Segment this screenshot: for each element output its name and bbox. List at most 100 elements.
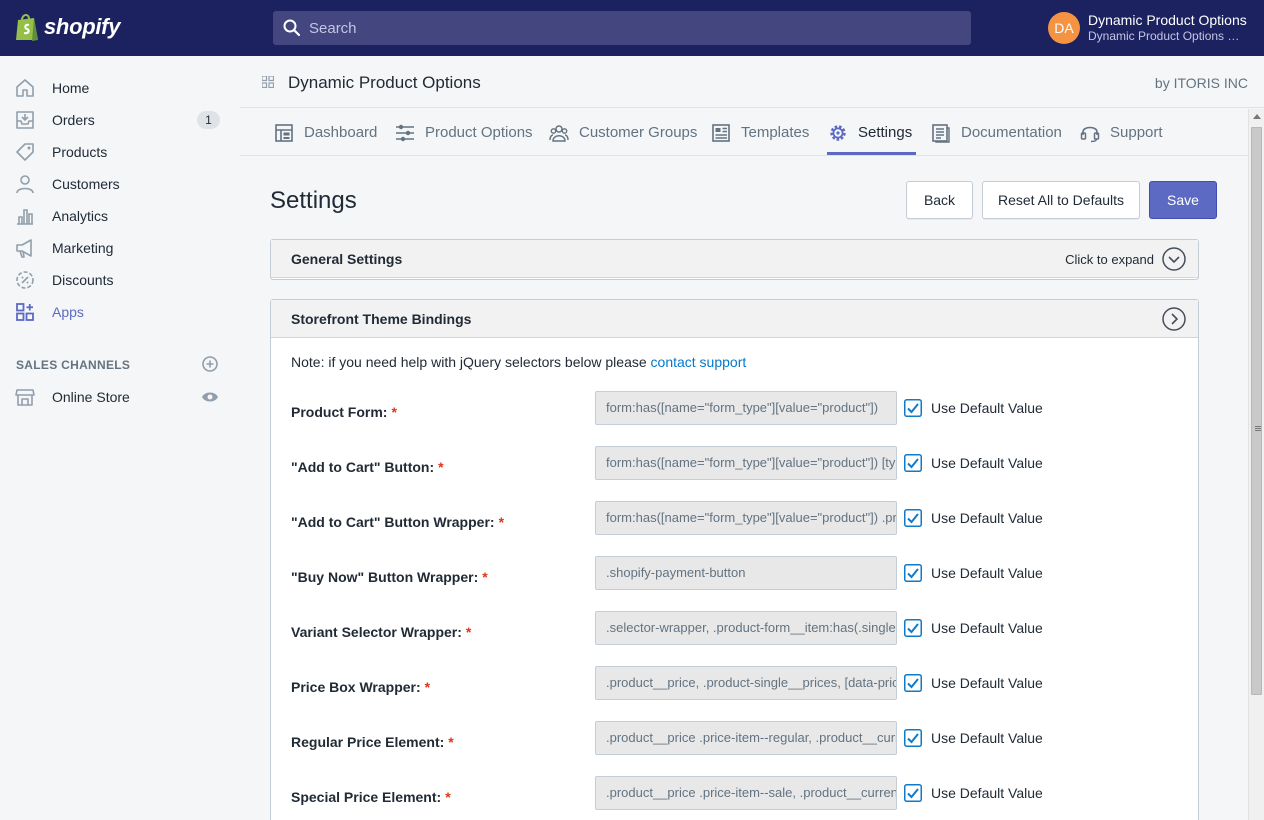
orders-icon xyxy=(16,111,34,129)
regular-price-element-input[interactable]: .product__price .price-item--regular, .p… xyxy=(595,721,897,755)
tab-settings[interactable]: Settings xyxy=(827,109,917,156)
sidebar-item-label: Marketing xyxy=(52,240,114,256)
account-menu[interactable]: DA Dynamic Product Options Dynamic Produ… xyxy=(1048,12,1248,44)
general-settings-header[interactable]: General Settings Click to expand xyxy=(271,240,1198,278)
sidebar-item-apps[interactable]: Apps xyxy=(0,296,240,328)
buy-now-wrapper-selector-input[interactable]: .shopify-payment-button xyxy=(595,556,897,590)
add-to-cart-selector-input[interactable]: form:has([name="form_type"][value="produ… xyxy=(595,446,897,480)
general-settings-panel: General Settings Click to expand xyxy=(270,239,1199,280)
add-to-cart-wrapper-selector-input[interactable]: form:has([name="form_type"][value="produ… xyxy=(595,501,897,535)
checkbox-checked-icon[interactable] xyxy=(904,454,922,472)
checkbox-checked-icon[interactable] xyxy=(904,619,922,637)
page-scrollbar[interactable] xyxy=(1248,109,1264,820)
use-default-label[interactable]: Use Default Value xyxy=(931,730,1043,746)
note-text: Note: if you need help with jQuery selec… xyxy=(291,354,647,370)
tab-label: Templates xyxy=(741,124,810,141)
reset-defaults-button[interactable]: Reset All to Defaults xyxy=(982,181,1140,219)
panel-title: General Settings xyxy=(291,251,403,267)
active-tab-indicator xyxy=(827,152,917,155)
back-button[interactable]: Back xyxy=(906,181,973,219)
tab-customer-groups[interactable]: Customer Groups xyxy=(549,109,697,156)
apps-icon xyxy=(16,303,34,321)
field-row-add-to-cart-wrapper: "Add to Cart" Button Wrapper: * form:has(… xyxy=(271,501,1198,541)
use-default-label[interactable]: Use Default Value xyxy=(931,620,1043,636)
sidebar-item-orders[interactable]: Orders 1 xyxy=(0,104,240,136)
special-price-element-input[interactable]: .product__price .price-item--sale, .prod… xyxy=(595,776,897,810)
checkbox-checked-icon[interactable] xyxy=(904,509,922,527)
sidebar-item-discounts[interactable]: Discounts xyxy=(0,264,240,296)
tab-label: Customer Groups xyxy=(579,124,698,141)
field-label: Product Form: * xyxy=(291,404,397,420)
field-label: "Add to Cart" Button: * xyxy=(291,459,444,475)
use-default-label[interactable]: Use Default Value xyxy=(931,455,1043,471)
tab-documentation[interactable]: Documentation xyxy=(931,109,1062,156)
top-bar: shopify DA Dynamic Product Options Dynam… xyxy=(0,0,1264,56)
use-default-label[interactable]: Use Default Value xyxy=(931,565,1043,581)
dashboard-icon xyxy=(275,123,293,142)
scroll-up-arrow-icon[interactable] xyxy=(1253,114,1261,119)
sidebar-item-home[interactable]: Home xyxy=(0,72,240,104)
field-label: Special Price Element: * xyxy=(291,789,451,805)
app-grid-icon[interactable] xyxy=(262,76,274,88)
tab-templates[interactable]: Templates xyxy=(711,109,809,156)
avatar[interactable]: DA xyxy=(1048,12,1080,44)
checkbox-checked-icon[interactable] xyxy=(904,564,922,582)
product-form-selector-input[interactable]: form:has([name="form_type"][value="produ… xyxy=(595,391,897,425)
search-bar[interactable] xyxy=(273,11,971,45)
storefront-bindings-header[interactable]: Storefront Theme Bindings xyxy=(271,300,1198,338)
field-row-add-to-cart-button: "Add to Cart" Button: * form:has([name="f… xyxy=(271,446,1198,486)
checkbox-checked-icon[interactable] xyxy=(904,674,922,692)
price-box-wrapper-input[interactable]: .product__price, .product-single__prices… xyxy=(595,666,897,700)
field-row-buy-now-wrapper: "Buy Now" Button Wrapper: * .shopify-paym… xyxy=(271,556,1198,596)
account-info[interactable]: Dynamic Product Options Dynamic Product … xyxy=(1088,12,1248,44)
field-row-regular-price-element: Regular Price Element: * .product__price … xyxy=(271,721,1198,761)
field-label: Regular Price Element: * xyxy=(291,734,454,750)
checkbox-checked-icon[interactable] xyxy=(904,399,922,417)
search-input[interactable] xyxy=(309,19,949,37)
contact-support-link[interactable]: contact support xyxy=(651,354,747,370)
field-label: "Add to Cart" Button Wrapper: * xyxy=(291,514,505,530)
field-label: "Buy Now" Button Wrapper: * xyxy=(291,569,488,585)
sidebar-item-products[interactable]: Products xyxy=(0,136,240,168)
sidebar-item-analytics[interactable]: Analytics xyxy=(0,200,240,232)
use-default-label[interactable]: Use Default Value xyxy=(931,510,1043,526)
required-marker: * xyxy=(391,404,397,420)
tab-label: Support xyxy=(1110,124,1163,141)
tab-support[interactable]: Support xyxy=(1080,109,1163,156)
account-shop: Dynamic Product Options Demo xyxy=(1088,29,1248,43)
use-default-label[interactable]: Use Default Value xyxy=(931,675,1043,691)
scrollbar-thumb[interactable] xyxy=(1251,127,1262,695)
checkbox-checked-icon[interactable] xyxy=(904,784,922,802)
sidebar-item-marketing[interactable]: Marketing xyxy=(0,232,240,264)
save-button[interactable]: Save xyxy=(1149,181,1217,219)
discount-icon xyxy=(16,271,34,289)
expand-label[interactable]: Click to expand xyxy=(1065,252,1154,267)
document-icon xyxy=(932,123,950,143)
tab-dashboard[interactable]: Dashboard xyxy=(274,109,377,156)
tab-product-options[interactable]: Product Options xyxy=(395,109,533,156)
checkbox-checked-icon[interactable] xyxy=(904,729,922,747)
home-icon xyxy=(16,79,34,97)
sidebar-item-label: Online Store xyxy=(52,389,130,405)
app-header: Dynamic Product Options by ITORIS INC xyxy=(240,56,1264,108)
storefront-bindings-panel: Storefront Theme Bindings Note: if you n… xyxy=(270,299,1199,820)
chevron-right-circle-icon[interactable] xyxy=(1162,307,1186,331)
required-marker: * xyxy=(482,569,488,585)
required-marker: * xyxy=(448,734,454,750)
sliders-icon xyxy=(396,124,414,141)
sidebar-item-label: Analytics xyxy=(52,208,109,224)
chevron-down-circle-icon[interactable] xyxy=(1162,247,1186,271)
headset-icon xyxy=(1080,126,1100,142)
shopify-logo[interactable]: shopify xyxy=(14,12,120,42)
sidebar-item-customers[interactable]: Customers xyxy=(0,168,240,200)
scrollbar-grip-icon xyxy=(1255,426,1261,431)
sidebar-item-online-store[interactable]: Online Store xyxy=(0,381,240,413)
field-row-product-form: Product Form: * form:has([name="form_type… xyxy=(271,391,1198,431)
use-default-label[interactable]: Use Default Value xyxy=(931,785,1043,801)
field-row-price-box-wrapper: Price Box Wrapper: * .product__price, .pr… xyxy=(271,666,1198,706)
variant-selector-wrapper-input[interactable]: .selector-wrapper, .product-form__item:h… xyxy=(595,611,897,645)
eye-icon[interactable] xyxy=(201,388,219,406)
tab-label: Dashboard xyxy=(304,124,378,141)
use-default-label[interactable]: Use Default Value xyxy=(931,400,1043,416)
add-channel-icon[interactable] xyxy=(201,355,219,373)
